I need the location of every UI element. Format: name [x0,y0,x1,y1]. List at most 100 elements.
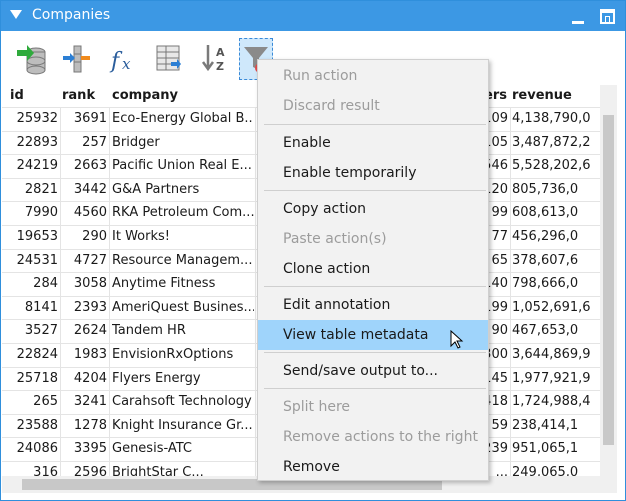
title-bar[interactable]: Companies [1,1,625,31]
cell-id: 7990 [24,205,58,221]
cell-revenue: 951,065,1 [512,441,579,457]
collapse-arrow-icon[interactable] [10,10,22,19]
menu-separator [264,124,486,125]
cell-revenue: 1,977,921,9 [512,370,591,386]
cell-rank: 3442 [73,181,107,197]
cell-rank: 4727 [73,252,107,268]
menu-item-paste-actions[interactable]: Paste action(s) [258,224,488,254]
column-header-revenue[interactable]: revenue [512,88,572,103]
import-data-button[interactable] [14,38,48,80]
cell-id: 25932 [16,111,58,126]
companies-window: Companies f x A Z id rank company ers re… [0,0,626,501]
cell-revenue: 1,052,691,6 [512,299,591,315]
cell-rank: 4560 [73,205,107,221]
menu-separator [264,388,486,389]
menu-item-view-table-metadata[interactable]: View table metadata [258,320,488,350]
formula-icon: f x [109,49,131,74]
cell-rank: 1983 [73,347,107,362]
svg-text:x: x [122,55,131,73]
column-header-rank[interactable]: rank [62,88,95,103]
vertical-scrollbar[interactable] [600,85,617,476]
cell-revenue: 805,736,0 [512,181,579,197]
maximize-button[interactable] [600,9,615,24]
minimize-button[interactable] [572,21,584,24]
cell-company: Flyers Energy [112,370,201,386]
cell-revenue: 467,653,0 [512,323,579,339]
cell-id: 23588 [16,417,58,433]
cell-revenue: 608,613,0 [512,205,579,221]
window-title: Companies [32,7,111,23]
menu-separator [264,286,486,287]
menu-item-edit-annotation[interactable]: Edit annotation [258,290,488,320]
menu-separator [264,352,486,353]
cell-revenue: 4,138,790,0 [512,111,591,126]
svg-text:f: f [109,49,123,74]
menu-item-clone-action[interactable]: Clone action [258,254,488,284]
cell-revenue: 798,666,0 [512,276,579,292]
cell-rank: 3691 [73,111,107,126]
menu-item-remove-actions-right[interactable]: Remove actions to the right [258,422,488,452]
mouse-cursor-icon [450,330,464,349]
context-menu: Run action Discard result Enable Enable … [257,59,489,481]
cell-id: 24219 [16,158,58,174]
cell-company: BrightStar C... [112,465,204,476]
cell-revenue: 456,296,0 [512,229,579,244]
cell-id: 19653 [16,229,58,244]
import-data-icon [17,45,46,75]
formula-button[interactable]: f x [106,38,140,80]
cell-rank: 3241 [73,394,107,410]
cell-id: 24086 [16,441,58,457]
cell-company: Anytime Fitness [112,276,216,292]
cell-company: G&A Partners [112,181,200,197]
svg-text:A: A [216,46,225,59]
cell-revenue: 378,607,6 [512,252,579,268]
cell-id: 22893 [16,134,58,150]
column-header-id[interactable]: id [10,88,24,103]
table-transform-button[interactable] [152,38,186,80]
cell-revenue: 3,487,872,2 [512,134,591,150]
cell-rank: 290 [82,229,107,244]
cell-id: 2821 [24,181,58,197]
cell-company: Carahsoft Technology [112,394,252,410]
cell-company: EnvisionRxOptions [112,347,234,362]
cell-company: RKA Petroleum Com... [112,205,254,221]
menu-separator [264,190,486,191]
cell-company: Resource Managem... [112,252,253,268]
svg-text:Z: Z [216,60,224,73]
cell-rank: 2596 [73,465,107,476]
cell-id: 25718 [16,370,58,386]
cell-company: Tandem HR [112,323,186,339]
menu-item-enable-temporarily[interactable]: Enable temporarily [258,158,488,188]
cell-company: Pacific Union Real E... [112,158,252,174]
menu-item-run-action[interactable]: Run action [258,61,488,91]
menu-item-remove[interactable]: Remove [258,452,488,482]
cell-id: 22824 [16,347,58,362]
column-split-icon [63,45,90,73]
cell-id: 3527 [24,323,58,339]
vertical-scroll-thumb[interactable] [603,115,614,445]
cell-id: 284 [33,276,58,292]
cell-revenue: 1,724,988,4 [512,394,591,410]
cell-company: Genesis-ATC [112,441,193,457]
menu-item-copy-action[interactable]: Copy action [258,194,488,224]
column-split-button[interactable] [60,38,94,80]
cell-revenue: 249,065,0 [512,465,579,476]
cell-rank: 4204 [73,370,107,386]
menu-item-discard-result[interactable]: Discard result [258,91,488,121]
cell-company: Eco-Energy Global B... [112,111,254,126]
cell-rank: 2663 [73,158,107,174]
cell-rank: 3395 [73,441,107,457]
cell-company: It Works! [112,229,170,244]
sort-button[interactable]: A Z [198,38,232,80]
table-transform-icon [156,45,181,71]
column-header-company[interactable]: company [112,88,178,103]
cell-rank: 2624 [73,323,107,339]
menu-item-enable[interactable]: Enable [258,128,488,158]
sort-az-icon: A Z [201,45,225,73]
cell-id: 265 [33,394,58,410]
cell-id: 316 [33,465,58,476]
menu-item-send-save-output[interactable]: Send/save output to... [258,356,488,386]
cell-rank: 1278 [73,417,107,433]
menu-item-split-here[interactable]: Split here [258,392,488,422]
cell-revenue: 5,528,202,6 [512,158,591,174]
